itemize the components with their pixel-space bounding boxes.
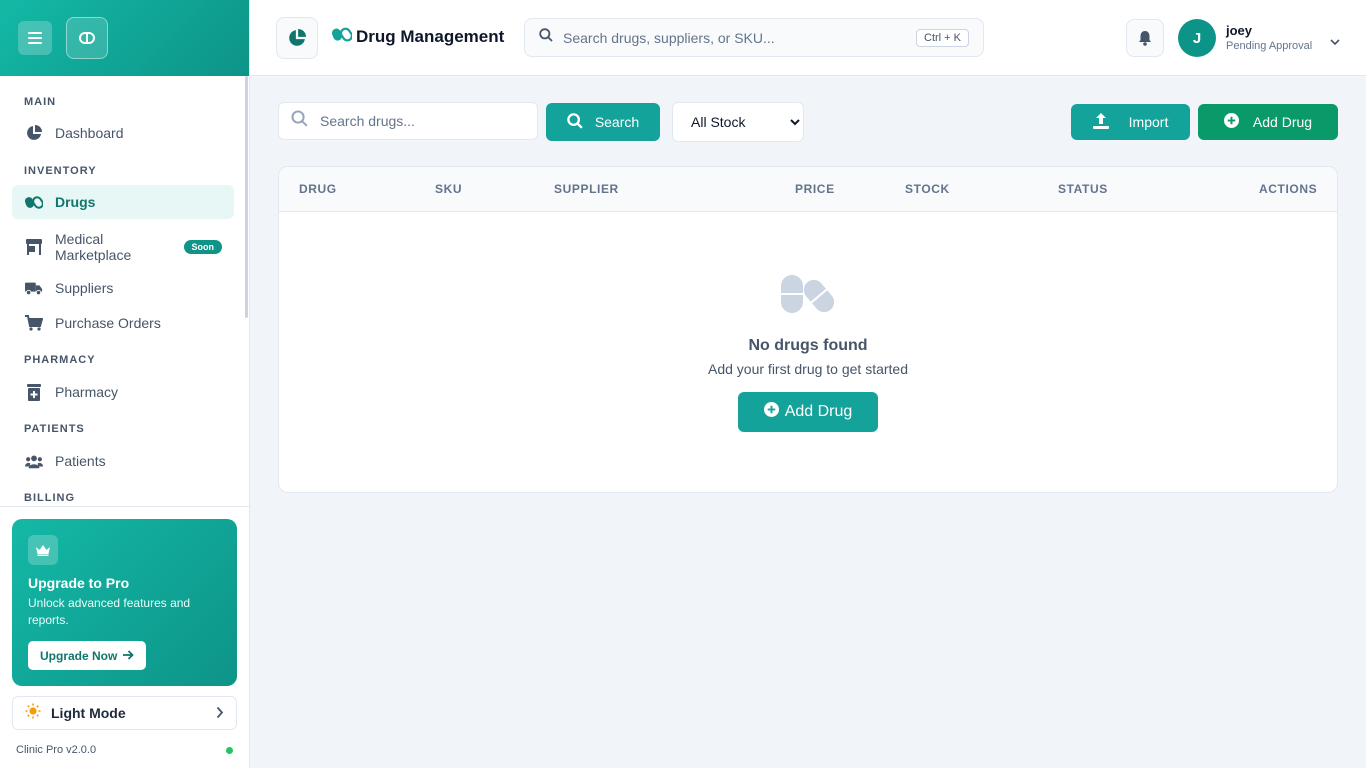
store-icon	[25, 238, 43, 256]
sidebar-item-pharmacy[interactable]: Pharmacy	[12, 375, 234, 409]
global-search-input[interactable]	[563, 29, 893, 46]
search-icon	[539, 28, 553, 47]
empty-state-subtitle: Add your first drug to get started	[708, 361, 908, 377]
notifications-button[interactable]	[1126, 19, 1164, 57]
truck-icon	[25, 279, 43, 297]
pills-icon	[779, 272, 837, 323]
section-label-billing: BILLING	[24, 492, 75, 504]
sun-icon	[25, 703, 41, 724]
search-icon	[567, 112, 583, 132]
app-version: Clinic Pro v2.0.0	[16, 744, 97, 756]
sidebar-item-drugs[interactable]: Drugs	[12, 185, 234, 219]
top-header: Drug Management Ctrl + K J joey Pending …	[250, 0, 1366, 76]
app-logo[interactable]	[66, 17, 108, 59]
sidebar-item-marketplace[interactable]: Medical Marketplace Soon	[12, 225, 234, 269]
page-title: Drug Management	[331, 26, 505, 47]
soon-badge: Soon	[183, 240, 222, 254]
theme-toggle[interactable]: Light Mode	[12, 696, 237, 730]
sidebar-item-patients[interactable]: Patients	[12, 444, 234, 478]
upload-icon	[1092, 112, 1109, 132]
keyboard-shortcut-hint: Ctrl + K	[916, 29, 969, 47]
plus-circle-icon	[763, 402, 779, 422]
column-header-price[interactable]: PRICE	[795, 182, 835, 196]
sidebar-item-label: Pharmacy	[55, 384, 119, 400]
global-search[interactable]: Ctrl + K	[524, 18, 984, 57]
empty-add-drug-button-label: Add Drug	[784, 403, 853, 420]
section-label-inventory: INVENTORY	[24, 165, 97, 177]
arrow-right-icon	[123, 648, 135, 663]
online-status-dot	[226, 747, 233, 754]
upgrade-button-label: Upgrade Now	[40, 648, 118, 663]
menu-toggle-button[interactable]	[18, 21, 52, 55]
chevron-down-icon[interactable]	[1330, 33, 1340, 51]
drugs-table: DRUG SKU SUPPLIER PRICE STOCK STATUS ACT…	[278, 166, 1338, 493]
search-icon	[291, 110, 308, 132]
theme-toggle-label: Light Mode	[51, 705, 126, 721]
empty-add-drug-button[interactable]: Add Drug	[738, 392, 878, 432]
search-button[interactable]: Search	[546, 103, 660, 141]
dashboard-shortcut-button[interactable]	[276, 17, 318, 59]
sidebar: MAIN Dashboard INVENTORY Drugs Medical M…	[0, 0, 250, 768]
sidebar-divider	[0, 506, 249, 507]
column-header-status[interactable]: STATUS	[1058, 182, 1108, 196]
stock-filter-select[interactable]: All Stock	[672, 102, 804, 142]
sidebar-item-label: Suppliers	[55, 280, 114, 296]
sidebar-header	[0, 0, 249, 76]
sidebar-item-label: Patients	[55, 453, 106, 469]
sidebar-item-label: Dashboard	[55, 125, 124, 141]
user-status: Pending Approval	[1226, 40, 1313, 52]
empty-state-title: No drugs found	[748, 337, 868, 354]
plus-circle-icon	[1223, 113, 1239, 131]
upgrade-card: Upgrade to Pro Unlock advanced features …	[12, 519, 237, 686]
sidebar-item-label: Drugs	[55, 194, 96, 210]
page-title-text: Drug Management	[356, 26, 505, 46]
column-header-drug[interactable]: DRUG	[299, 182, 337, 196]
column-header-supplier[interactable]: SUPPLIER	[554, 182, 619, 196]
sidebar-nav[interactable]: MAIN Dashboard INVENTORY Drugs Medical M…	[0, 76, 249, 506]
search-button-label: Search	[594, 114, 640, 130]
pills-icon	[25, 193, 43, 211]
hamburger-icon	[28, 32, 42, 44]
pie-chart-icon	[25, 124, 43, 142]
capsule-logo-icon	[79, 32, 95, 44]
add-drug-button[interactable]: Add Drug	[1198, 104, 1338, 140]
sidebar-item-suppliers[interactable]: Suppliers	[12, 271, 234, 305]
import-button-label: Import	[1128, 114, 1169, 130]
upgrade-title: Upgrade to Pro	[28, 575, 130, 591]
drug-search[interactable]	[278, 102, 538, 140]
upgrade-now-button[interactable]: Upgrade Now	[28, 641, 147, 670]
column-header-actions: ACTIONS	[1259, 182, 1318, 196]
pie-chart-icon	[289, 29, 306, 46]
bell-icon	[1139, 31, 1151, 46]
crown-icon	[28, 535, 58, 565]
pills-icon	[331, 26, 353, 47]
add-drug-button-label: Add Drug	[1252, 114, 1313, 130]
section-label-main: MAIN	[24, 96, 57, 108]
section-label-patients: PATIENTS	[24, 423, 85, 435]
avatar[interactable]: J	[1178, 19, 1216, 57]
prescription-bottle-icon	[25, 383, 43, 401]
sidebar-item-label: Medical Marketplace	[55, 231, 132, 263]
section-label-pharmacy: PHARMACY	[24, 354, 96, 366]
sidebar-item-purchase-orders[interactable]: Purchase Orders	[12, 306, 234, 340]
chevron-right-icon	[216, 706, 224, 724]
upgrade-description: Unlock advanced features and reports.	[28, 596, 191, 627]
column-header-sku[interactable]: SKU	[435, 182, 462, 196]
sidebar-scrollbar[interactable]	[245, 76, 248, 318]
table-header: DRUG SKU SUPPLIER PRICE STOCK STATUS ACT…	[279, 167, 1337, 212]
column-header-stock[interactable]: STOCK	[905, 182, 950, 196]
cart-icon	[25, 314, 43, 332]
import-button[interactable]: Import	[1071, 104, 1190, 140]
sidebar-item-dashboard[interactable]: Dashboard	[12, 116, 234, 150]
sidebar-item-label: Purchase Orders	[55, 315, 161, 331]
drug-search-input[interactable]	[320, 113, 520, 129]
user-name[interactable]: joey	[1226, 23, 1252, 38]
users-icon	[25, 452, 43, 470]
